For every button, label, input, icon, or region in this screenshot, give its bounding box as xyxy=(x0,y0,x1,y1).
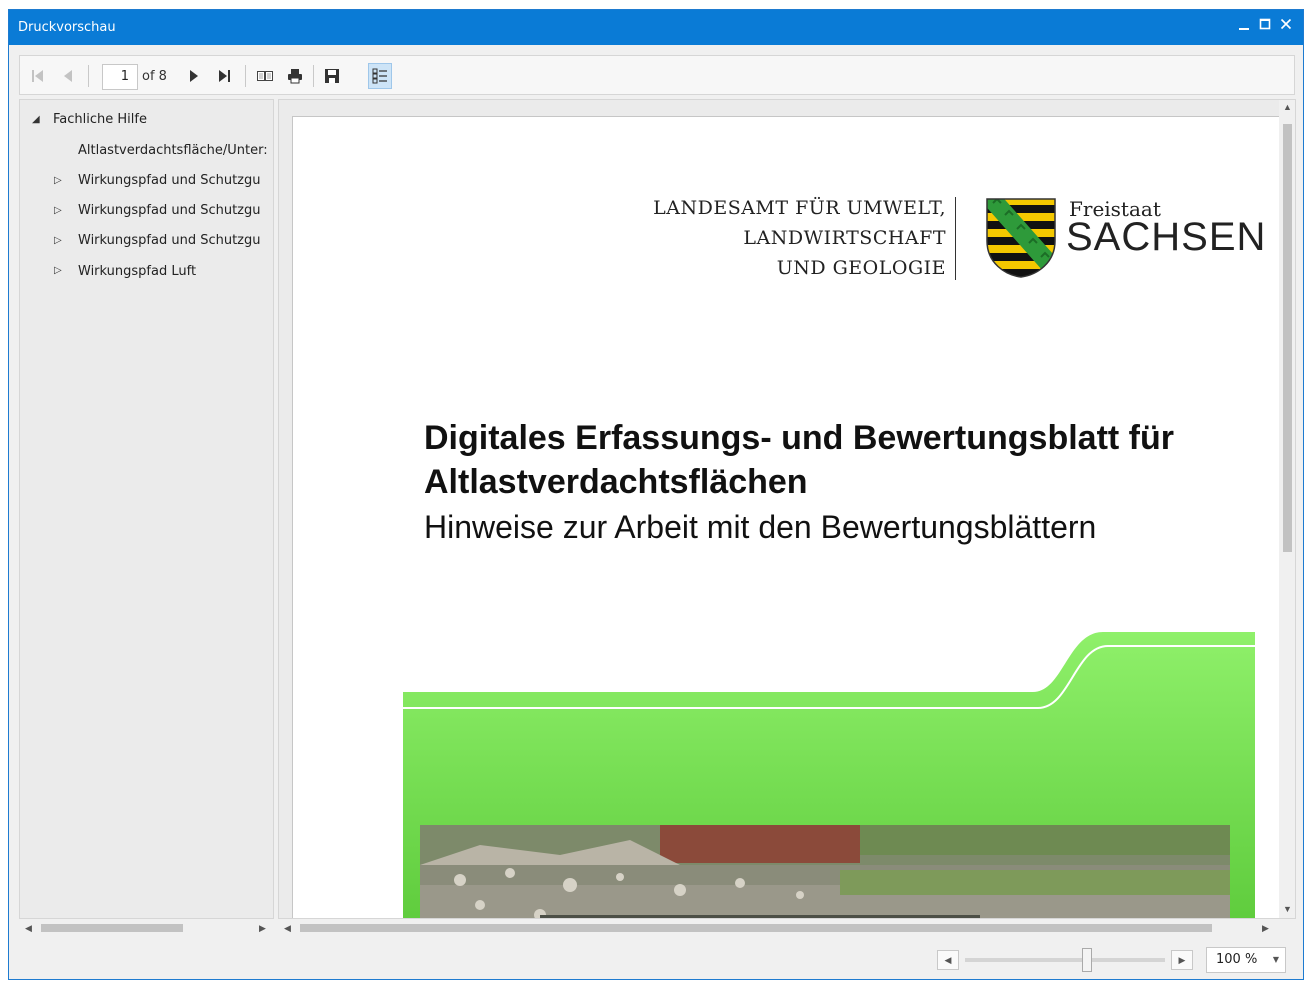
save-icon xyxy=(324,68,340,84)
toolbar-separator xyxy=(245,65,246,87)
zoom-slider[interactable] xyxy=(965,958,1165,962)
saxony-coat-of-arms xyxy=(985,197,1057,284)
document-subtitle: Hinweise zur Arbeit mit den Bewertungsbl… xyxy=(424,509,1097,545)
chevron-down-icon: ▼ xyxy=(1272,955,1279,964)
document-map-icon xyxy=(371,67,389,85)
toolbar: 1 of 8 xyxy=(19,55,1295,95)
expand-arrow-icon[interactable]: ▷ xyxy=(54,205,62,216)
zoom-select[interactable]: 100 % ▼ xyxy=(1206,947,1286,973)
horizontal-scrollbar[interactable]: ◀ ▶ xyxy=(278,919,1296,937)
print-icon xyxy=(286,67,304,85)
zoom-slider-thumb[interactable] xyxy=(1082,948,1092,972)
scroll-thumb[interactable] xyxy=(1283,124,1292,552)
print-preview-window: Druckvorschau 1 of 8 ◢ Fachliche Hilfe A… xyxy=(8,9,1304,980)
agency-name-line: LANDWIRTSCHAFT xyxy=(743,227,946,249)
last-page-button[interactable] xyxy=(212,63,236,89)
first-page-icon xyxy=(30,68,46,84)
expand-arrow-icon[interactable]: ▷ xyxy=(54,175,62,186)
close-icon[interactable] xyxy=(1276,16,1296,38)
tree-item[interactable]: Wirkungspfad Luft xyxy=(78,264,196,279)
tree-item[interactable]: Altlastverdachtsfläche/Unter: xyxy=(78,143,268,158)
prev-page-icon xyxy=(60,68,76,84)
scroll-thumb[interactable] xyxy=(41,924,183,932)
document-viewer[interactable]: LANDESAMT FÜR UMWELT, LANDWIRTSCHAFT UND… xyxy=(278,99,1296,919)
scroll-down-icon[interactable]: ▼ xyxy=(1283,904,1292,914)
zoom-in-button[interactable]: ▶ xyxy=(1171,950,1193,970)
document-map-panel: ◢ Fachliche Hilfe Altlastverdachtsfläche… xyxy=(19,99,274,919)
page-setup-icon xyxy=(256,68,274,84)
current-page-input[interactable]: 1 xyxy=(102,64,138,90)
zoom-out-button[interactable]: ◀ xyxy=(937,950,959,970)
window-title: Druckvorschau xyxy=(18,20,116,35)
expand-arrow-icon[interactable]: ▷ xyxy=(54,265,62,276)
logo-text-sachsen: SACHSEN xyxy=(1066,215,1267,259)
logo-divider xyxy=(955,197,956,280)
page-count-label: of 8 xyxy=(142,69,167,84)
next-page-icon xyxy=(186,68,202,84)
document-title: Digitales Erfassungs- und Bewertungsblat… xyxy=(424,419,1174,457)
minimize-icon[interactable] xyxy=(1234,16,1254,38)
next-page-button[interactable] xyxy=(182,63,206,89)
page-setup-button[interactable] xyxy=(253,63,277,89)
expand-arrow-icon[interactable]: ▷ xyxy=(54,235,62,246)
vertical-scrollbar[interactable]: ▲ ▼ xyxy=(1279,100,1295,918)
tree-item-root[interactable]: Fachliche Hilfe xyxy=(53,112,147,127)
scroll-left-icon[interactable]: ◀ xyxy=(284,923,291,934)
scroll-thumb[interactable] xyxy=(300,924,1212,932)
document-title: Altlastverdachtsflächen xyxy=(424,463,808,501)
scroll-right-icon[interactable]: ▶ xyxy=(259,923,266,934)
tree-item[interactable]: Wirkungspfad und Schutzgu xyxy=(78,233,261,248)
document-map-button[interactable] xyxy=(368,63,392,89)
tree-item[interactable]: Wirkungspfad und Schutzgu xyxy=(78,203,261,218)
title-bar[interactable]: Druckvorschau xyxy=(9,10,1303,45)
nav-horizontal-scrollbar[interactable]: ◀ ▶ xyxy=(19,919,274,937)
toolbar-separator xyxy=(88,65,89,87)
scroll-right-icon[interactable]: ▶ xyxy=(1262,923,1269,934)
zoom-value: 100 % xyxy=(1216,952,1258,967)
scroll-left-icon[interactable]: ◀ xyxy=(25,923,32,934)
status-bar: ◀ ▶ 100 % ▼ xyxy=(9,940,1303,980)
save-button[interactable] xyxy=(320,63,344,89)
maximize-icon[interactable] xyxy=(1255,16,1275,38)
prev-page-button[interactable] xyxy=(56,63,80,89)
scroll-up-icon[interactable]: ▲ xyxy=(1283,102,1292,112)
agency-name-line: UND GEOLOGIE xyxy=(776,257,946,279)
document-page: LANDESAMT FÜR UMWELT, LANDWIRTSCHAFT UND… xyxy=(292,116,1282,918)
agency-name-line: LANDESAMT FÜR UMWELT, xyxy=(653,197,946,219)
first-page-button[interactable] xyxy=(26,63,50,89)
tree-item[interactable]: Wirkungspfad und Schutzgu xyxy=(78,173,261,188)
print-button[interactable] xyxy=(283,63,307,89)
collapse-arrow-icon[interactable]: ◢ xyxy=(32,114,40,125)
last-page-icon xyxy=(216,68,232,84)
toolbar-separator xyxy=(313,65,314,87)
site-photo xyxy=(420,825,1230,918)
